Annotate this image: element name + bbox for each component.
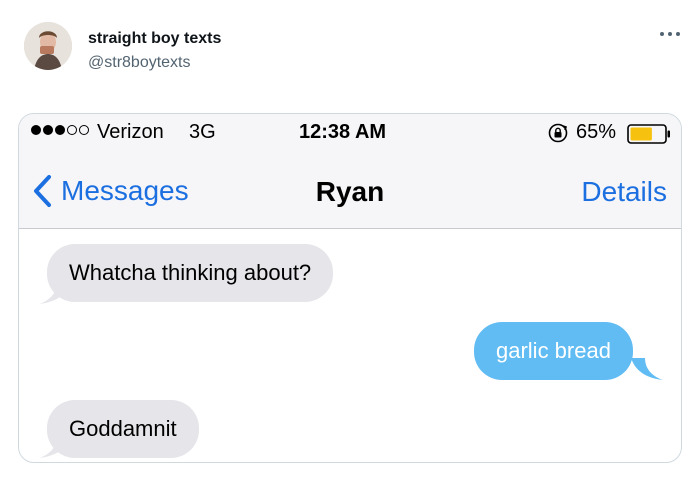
tweet-header: straight boy texts @str8boytexts [24,22,684,82]
avatar-image [24,22,72,70]
more-options-button[interactable] [658,28,682,44]
author-handle[interactable]: @str8boytexts [88,54,191,72]
tweet-media-image[interactable]: Verizon 3G 12:38 AM 65% Messages Ryan De… [18,113,682,463]
details-button[interactable]: Details [581,176,667,208]
carrier-label: Verizon [97,121,164,143]
ios-header: Verizon 3G 12:38 AM 65% Messages Ryan De… [19,114,681,229]
status-bar: Verizon 3G 12:38 AM 65% [19,114,681,154]
nav-bar: Messages Ryan Details [19,162,681,222]
contact-name: Ryan [315,176,385,207]
signal-strength-icon [31,125,89,135]
avatar[interactable] [24,22,72,70]
battery-percentage: 65% [576,121,617,143]
network-type: 3G [189,121,216,143]
status-time: 12:38 AM [299,121,387,143]
message-bubble-incoming[interactable]: Whatcha thinking about? [47,244,334,302]
message-bubble-outgoing[interactable]: garlic bread [474,322,633,380]
battery-icon [627,124,670,144]
rotation-lock-icon [548,123,568,143]
more-horizontal-icon [660,32,680,36]
bubble-tail [631,358,663,380]
message-bubble-incoming[interactable]: Goddamnit [47,400,199,458]
author-name[interactable]: straight boy texts [88,30,221,48]
